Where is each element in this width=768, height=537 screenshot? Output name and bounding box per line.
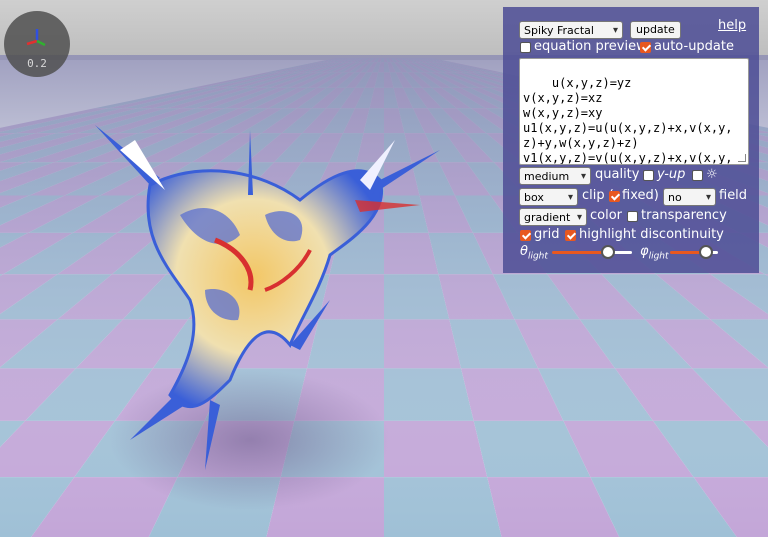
equation-preview-checkbox[interactable] xyxy=(520,42,531,53)
theta-light-label: θlight xyxy=(520,244,548,262)
phi-light-slider-thumb[interactable] xyxy=(699,245,713,259)
equation-preview-label: equation preview xyxy=(534,39,647,54)
fixed-checkbox[interactable] xyxy=(609,191,620,202)
quality-value: medium xyxy=(524,170,570,183)
fixed-label: fixed) xyxy=(622,188,659,203)
color-label: color xyxy=(590,208,623,223)
theta-symbol: θ xyxy=(520,244,528,259)
phi-light-label: φlight xyxy=(640,244,669,262)
quality-select[interactable]: medium ▾ xyxy=(519,167,591,185)
color-select[interactable]: gradient ▾ xyxy=(519,208,587,226)
resize-grip-icon[interactable] xyxy=(738,154,746,162)
chevron-down-icon: ▾ xyxy=(612,25,618,36)
x-axis-line xyxy=(26,39,38,46)
equation-type-value: Spiky Fractal xyxy=(524,24,594,37)
control-panel: Spiky Fractal ▾ update help equation pre… xyxy=(503,7,759,273)
equation-type-select[interactable]: Spiky Fractal ▾ xyxy=(519,21,623,39)
theta-subscript: light xyxy=(527,251,548,262)
sun-icon: ☼ xyxy=(706,167,718,182)
y-up-checkbox[interactable] xyxy=(643,170,654,181)
grid-label: grid xyxy=(534,227,560,242)
phi-symbol: φ xyxy=(640,244,649,259)
grid-checkbox[interactable] xyxy=(520,230,531,241)
theta-light-slider[interactable] xyxy=(552,251,632,254)
transparency-checkbox[interactable] xyxy=(627,211,638,222)
light-checkbox[interactable] xyxy=(692,170,703,181)
theta-light-slider-thumb[interactable] xyxy=(601,245,615,259)
update-button[interactable]: update xyxy=(630,21,681,39)
axes-icon xyxy=(26,29,46,47)
help-link[interactable]: help xyxy=(718,18,746,33)
field-value: no xyxy=(668,191,682,204)
auto-update-label: auto-update xyxy=(654,39,734,54)
zoom-level: 0.2 xyxy=(27,57,47,70)
transparency-label: transparency xyxy=(641,208,727,223)
auto-update-checkbox[interactable] xyxy=(640,42,651,53)
highlight-discontinuity-checkbox[interactable] xyxy=(565,230,576,241)
axes-orientation-widget[interactable]: 0.2 xyxy=(4,11,70,77)
y-up-label: y-up xyxy=(657,167,686,182)
equation-text: u(x,y,z)=yz v(x,y,z)=xz w(x,y,z)=xy u1(x… xyxy=(523,76,733,165)
quality-label: quality xyxy=(595,167,640,182)
clip-select[interactable]: box ▾ xyxy=(519,188,578,206)
highlight-discontinuity-label: highlight discontinuity xyxy=(579,227,724,242)
y-axis-line xyxy=(36,39,46,47)
chevron-down-icon: ▾ xyxy=(576,212,582,223)
field-label: field xyxy=(719,188,748,203)
chevron-down-icon: ▾ xyxy=(705,192,711,203)
clip-value: box xyxy=(524,191,544,204)
equation-textarea[interactable]: u(x,y,z)=yz v(x,y,z)=xz w(x,y,z)=xy u1(x… xyxy=(519,58,749,165)
chevron-down-icon: ▾ xyxy=(567,192,573,203)
field-select[interactable]: no ▾ xyxy=(663,188,716,206)
chevron-down-icon: ▾ xyxy=(580,171,586,182)
surface-shadow xyxy=(110,370,390,510)
phi-subscript: light xyxy=(648,251,669,262)
color-value: gradient xyxy=(524,211,571,224)
